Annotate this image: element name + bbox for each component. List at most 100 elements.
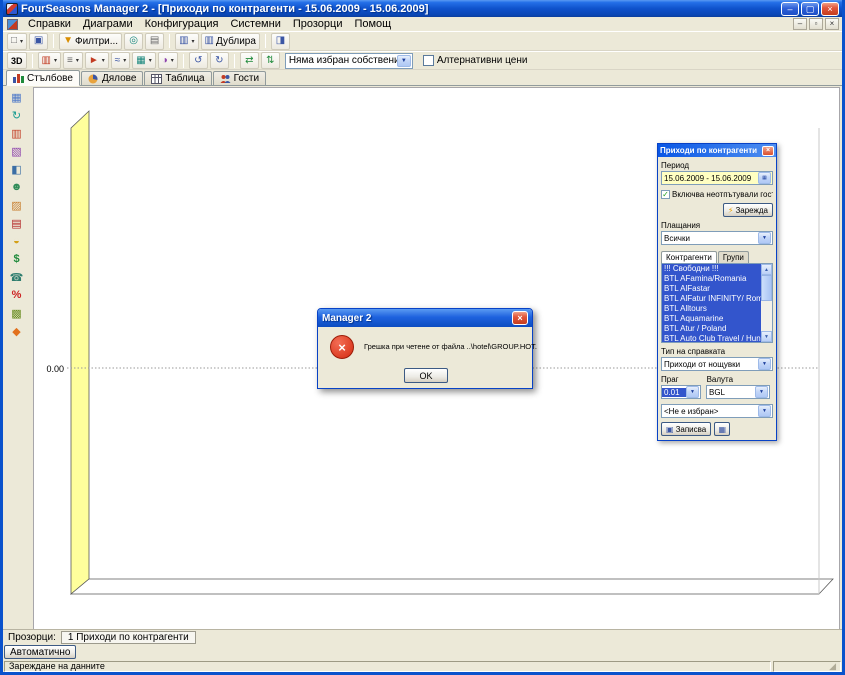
mdi-restore-button[interactable]: ▫ — [809, 18, 823, 30]
tab-tablica[interactable]: Таблица — [144, 71, 211, 85]
report-type-combobox[interactable]: Приходи от нощувки ▼ — [661, 357, 773, 371]
list-item[interactable]: BTL AFamina/Romania — [662, 274, 761, 284]
sort-button[interactable]: ⇅ — [261, 52, 280, 69]
marker-button[interactable]: ► ▾ — [85, 52, 109, 69]
duplicate-button[interactable]: ▥ Дублира — [201, 33, 260, 50]
tab-gosti[interactable]: Гости — [213, 71, 266, 85]
pie-chart-icon — [88, 74, 99, 84]
include-guests-row[interactable]: ✓ Включва неотпътували гости — [661, 190, 773, 199]
period-field[interactable]: 15.06.2009 - 15.06.2009 ▦ — [661, 171, 773, 185]
list-scrollbar[interactable]: ▲ ▼ — [761, 264, 772, 342]
sidebar-payments-button[interactable]: $ — [8, 251, 26, 267]
sidebar-media-button[interactable]: ▧ — [8, 143, 26, 159]
grid-options-button[interactable]: ▦ ▾ — [132, 52, 155, 69]
menu-konfiguracia[interactable]: Конфигурация — [139, 17, 225, 31]
menu-spravki[interactable]: Справки — [22, 17, 77, 31]
rotate-right-button[interactable]: ↻ — [210, 52, 229, 69]
dialog-close-button[interactable]: × — [512, 311, 528, 325]
filters-button[interactable]: ▼ Филтри... — [59, 33, 122, 50]
sidebar-coins-button[interactable]: ◒ — [8, 233, 26, 249]
scroll-up-icon[interactable]: ▲ — [761, 264, 772, 275]
currency-combobox[interactable]: BGL ▼ — [706, 385, 770, 399]
sidebar-percent-button[interactable]: % — [8, 287, 26, 303]
chevron-down-icon[interactable]: ▼ — [397, 55, 411, 67]
menu-prozorci[interactable]: Прозорци — [287, 17, 349, 31]
calendar-icon[interactable]: ▦ — [758, 172, 771, 184]
tab-dyalove[interactable]: Дялове — [81, 71, 143, 85]
panel-tab-groups[interactable]: Групи — [718, 251, 749, 263]
list-item[interactable]: BTL Auto Club Travel / Hunga — [662, 334, 761, 342]
minimize-button[interactable]: – — [781, 2, 799, 16]
sidebar-chart-button[interactable]: ▥ — [8, 125, 26, 141]
ok-button[interactable]: OK — [404, 368, 448, 383]
counterparty-combobox[interactable]: <Не е избран> ▼ — [661, 404, 773, 418]
chart-type-button[interactable]: ▥ ▾ — [38, 52, 61, 69]
include-guests-checkbox[interactable]: ✓ — [661, 190, 670, 199]
list-item[interactable]: !!! Свободни !!! — [662, 264, 761, 274]
save-button[interactable]: ▣ — [29, 33, 48, 50]
panel-close-button[interactable]: × — [762, 146, 774, 156]
threshold-combobox[interactable]: 0.01 ▼ — [661, 385, 701, 399]
panel-tab-contragents[interactable]: Контрагенти — [661, 251, 717, 263]
tab-stalbove[interactable]: Стълбове — [6, 70, 80, 86]
resize-grip-icon[interactable]: ◢ — [829, 662, 836, 671]
maximize-button[interactable]: ▢ — [801, 2, 819, 16]
list-item[interactable]: BTL Atur / Poland — [662, 324, 761, 334]
copy-button[interactable]: ▥ ▾ — [175, 33, 198, 50]
chevron-down-icon[interactable]: ▼ — [755, 386, 768, 398]
dialog-title-bar[interactable]: Manager 2 × — [318, 309, 532, 327]
panel-title-bar[interactable]: Приходи по контрагенти × — [658, 144, 776, 157]
list-item[interactable]: BTL AlFastar — [662, 284, 761, 294]
chevron-down-icon[interactable]: ▼ — [758, 232, 771, 244]
sidebar-table-button[interactable]: ▦ — [8, 89, 26, 105]
sidebar-grid-button[interactable]: ▩ — [8, 305, 26, 321]
owners-combobox[interactable]: Няма избран собственици ▼ — [285, 53, 413, 69]
sidebar-guests-button[interactable]: ☻ — [8, 179, 26, 195]
list-item[interactable]: BTL Aquamarine — [662, 314, 761, 324]
menu-pomosht[interactable]: Помощ — [348, 17, 397, 31]
grid-options-small-button[interactable]: ▦ — [714, 422, 730, 436]
chevron-down-icon: ▾ — [149, 57, 152, 64]
windows-label: Прозорци: — [8, 632, 56, 643]
sidebar-window-button[interactable]: ◧ — [8, 161, 26, 177]
sidebar-phone-button[interactable]: ☎ — [8, 269, 26, 285]
load-button[interactable]: ⚡ Зарежда — [723, 203, 773, 217]
list-item[interactable]: BTL Alltours — [662, 304, 761, 314]
tab-label: Стълбове — [27, 73, 73, 84]
mdi-minimize-button[interactable]: – — [793, 18, 807, 30]
columns-button[interactable]: ◨ — [271, 33, 290, 50]
chart-3d-left-wall — [71, 111, 89, 594]
chevron-down-icon[interactable]: ▼ — [758, 405, 771, 417]
menu-diagrami[interactable]: Диаграми — [77, 17, 139, 31]
chevron-down-icon[interactable]: ▼ — [758, 358, 771, 370]
print-preview-button[interactable]: ◎ — [124, 33, 143, 50]
period-value: 15.06.2009 - 15.06.2009 — [662, 174, 758, 183]
new-button[interactable]: □ ▾ — [7, 33, 27, 50]
swap-axes-button[interactable]: ⇄ — [240, 52, 259, 69]
close-button[interactable]: × — [821, 2, 839, 16]
mdi-close-button[interactable]: × — [825, 18, 839, 30]
sidebar-books-button[interactable]: ▤ — [8, 215, 26, 231]
list-item[interactable]: BTL AlFatur INFINITY/ Romani — [662, 294, 761, 304]
3d-toggle-button[interactable]: 3D — [7, 52, 27, 69]
legend-button[interactable]: ≡ ▾ — [63, 52, 83, 69]
chevron-down-icon[interactable]: ▼ — [686, 386, 699, 398]
save-report-button[interactable]: ▣ Записва — [661, 422, 711, 436]
rotate-left-button[interactable]: ↺ — [189, 52, 208, 69]
print-button[interactable]: ▤ — [145, 33, 164, 50]
payments-combobox[interactable]: Всички ▼ — [661, 231, 773, 245]
sidebar-refresh-button[interactable]: ↻ — [8, 107, 26, 123]
menu-sistemni[interactable]: Системни — [224, 17, 286, 31]
scroll-track[interactable] — [761, 275, 772, 331]
sidebar-sales-button[interactable]: ◆ — [8, 323, 26, 339]
window-tab-prihodi[interactable]: 1 Приходи по контрагенти — [61, 631, 196, 644]
sidebar-package-button[interactable]: ▨ — [8, 197, 26, 213]
scroll-down-icon[interactable]: ▼ — [761, 331, 772, 342]
automatic-button[interactable]: Автоматично — [4, 645, 76, 659]
palette-button[interactable]: ◑ ▾ — [158, 52, 178, 69]
alt-prices-checkbox[interactable] — [423, 55, 434, 66]
chevron-down-icon: ▾ — [123, 57, 126, 64]
series-style-button[interactable]: ≈ ▾ — [111, 52, 131, 69]
scroll-thumb[interactable] — [761, 275, 772, 301]
contragents-listbox[interactable]: !!! Свободни !!! BTL AFamina/Romania BTL… — [661, 263, 773, 343]
